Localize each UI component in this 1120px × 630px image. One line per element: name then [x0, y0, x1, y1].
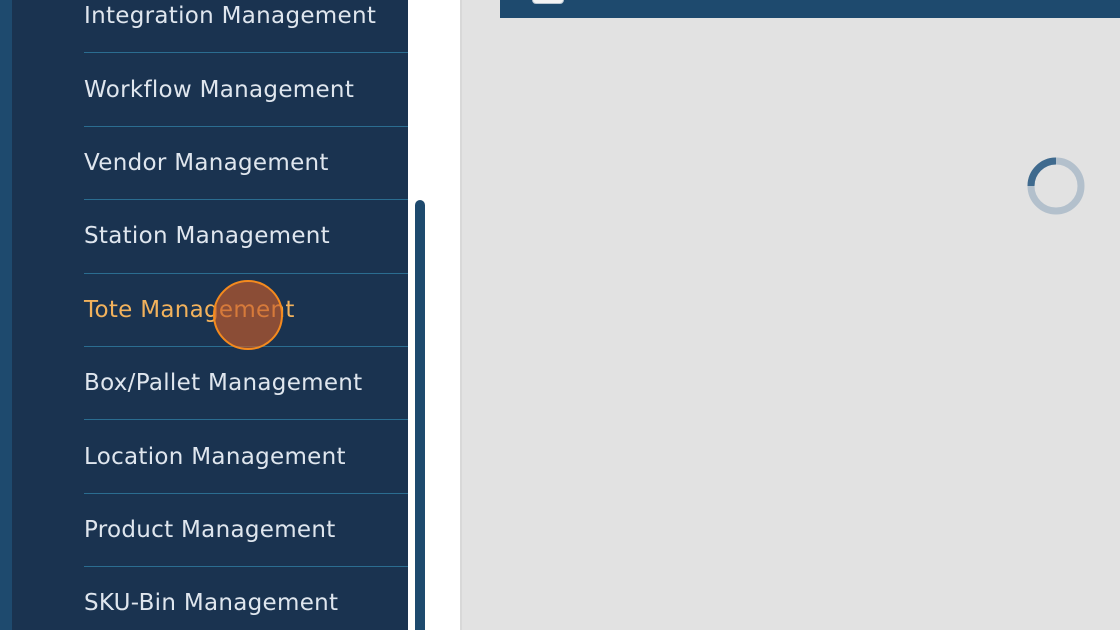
- sidebar-item-label: Station Management: [84, 223, 330, 250]
- sidebar-item-sku-bin-management[interactable]: SKU-Bin Management: [84, 567, 408, 630]
- sidebar-item-label: Location Management: [84, 443, 346, 470]
- sidebar-item-label: Vendor Management: [84, 149, 329, 176]
- sidebar-item-vendor-management[interactable]: Vendor Management: [84, 127, 408, 201]
- sidebar-item-label: Box/Pallet Management: [84, 370, 363, 397]
- content-header-bar: [500, 0, 1120, 18]
- sidebar-item-product-management[interactable]: Product Management: [84, 494, 408, 568]
- sidebar-item-label: SKU-Bin Management: [84, 590, 339, 617]
- app-window: Integration Management Workflow Manageme…: [0, 0, 1120, 630]
- sidebar: Integration Management Workflow Manageme…: [12, 0, 408, 630]
- sidebar-item-label: Product Management: [84, 516, 336, 543]
- sidebar-item-box-pallet-management[interactable]: Box/Pallet Management: [84, 347, 408, 421]
- sidebar-item-label: Integration Management: [84, 3, 377, 30]
- sidebar-item-location-management[interactable]: Location Management: [84, 420, 408, 494]
- header-checkbox[interactable]: [532, 0, 564, 4]
- sidebar-item-integration-management[interactable]: Integration Management: [84, 0, 408, 54]
- scrollbar-thumb[interactable]: [415, 200, 425, 630]
- sidebar-item-label: Workflow Management: [84, 76, 355, 103]
- sidebar-scrollbar[interactable]: [413, 0, 427, 630]
- sidebar-edge: [0, 0, 12, 630]
- sidebar-item-tote-management[interactable]: Tote Management: [84, 274, 408, 347]
- sidebar-item-station-management[interactable]: Station Management: [84, 200, 408, 274]
- sidebar-item-workflow-management[interactable]: Workflow Management: [84, 53, 408, 127]
- loading-spinner-icon: [1027, 157, 1085, 215]
- sidebar-menu: Integration Management Workflow Manageme…: [84, 0, 408, 630]
- sidebar-item-label: Tote Management: [84, 296, 295, 323]
